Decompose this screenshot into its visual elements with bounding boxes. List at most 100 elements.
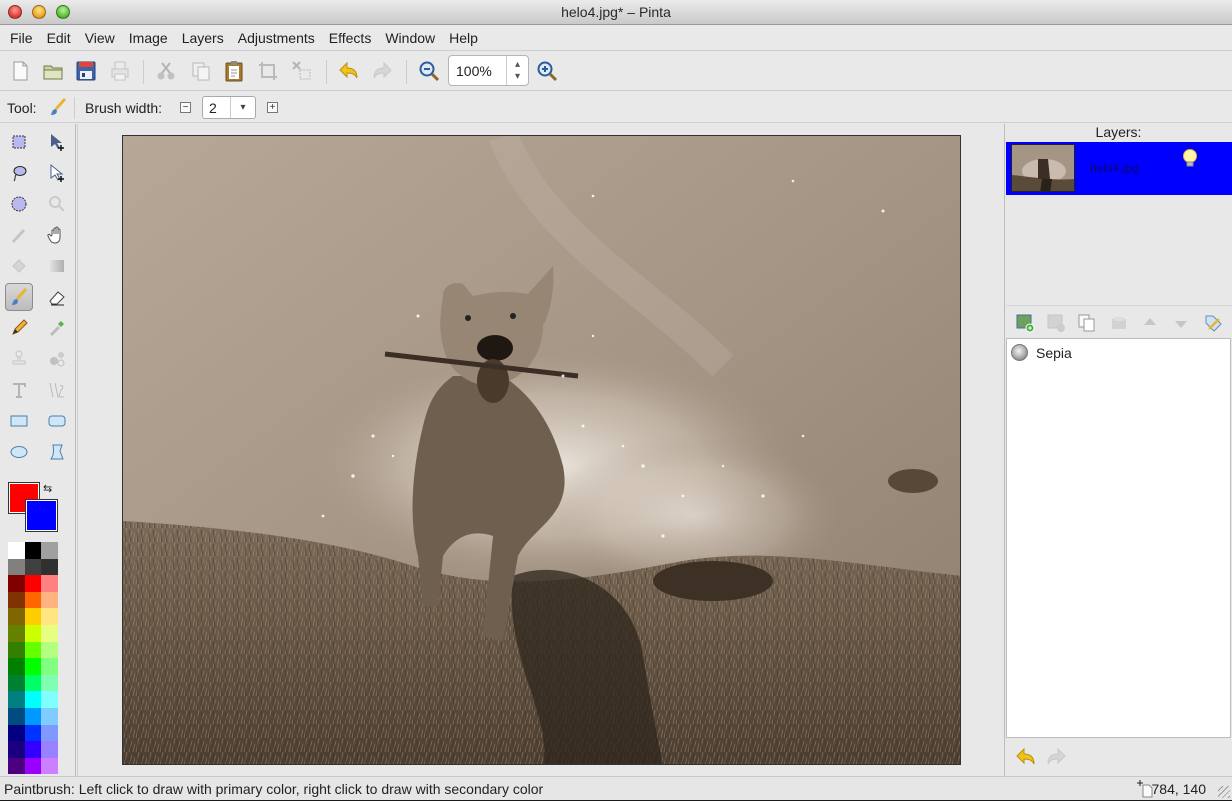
palette-swatch[interactable] — [41, 674, 58, 692]
palette-swatch[interactable] — [41, 741, 58, 758]
menu-layers[interactable]: Layers — [175, 30, 231, 46]
menu-image[interactable]: Image — [122, 30, 175, 46]
zoom-spinner[interactable]: ▴ ▾ — [506, 56, 528, 85]
palette-swatch[interactable] — [8, 558, 25, 576]
brush-width-value[interactable]: 2 — [209, 100, 217, 116]
palette-swatch[interactable] — [8, 724, 25, 742]
palette-swatch[interactable] — [8, 691, 25, 708]
palette-swatch[interactable] — [24, 641, 42, 659]
secondary-color-swatch[interactable] — [25, 499, 58, 532]
clone-stamp-tool[interactable] — [5, 345, 33, 373]
freeform-shape-tool[interactable] — [43, 438, 71, 466]
palette-swatch[interactable] — [41, 542, 58, 559]
palette-swatch[interactable] — [8, 608, 25, 625]
magic-wand-tool[interactable] — [5, 221, 33, 249]
zoom-level-input[interactable]: 100% ▴ ▾ — [448, 55, 529, 86]
decrease-brush-width-button[interactable]: − — [180, 102, 191, 113]
palette-swatch[interactable] — [8, 757, 25, 775]
palette-swatch[interactable] — [24, 624, 42, 642]
palette-swatch[interactable] — [41, 658, 58, 675]
palette-swatch[interactable] — [24, 591, 42, 609]
palette-swatch[interactable] — [24, 757, 42, 775]
move-selection-tool[interactable] — [43, 159, 71, 187]
palette-swatch[interactable] — [24, 542, 42, 559]
palette-swatch[interactable] — [41, 575, 58, 592]
move-selected-tool[interactable] — [43, 128, 71, 156]
palette-swatch[interactable] — [24, 575, 42, 592]
undo-arrow-icon[interactable] — [338, 60, 360, 82]
palette-swatch[interactable] — [24, 741, 42, 758]
palette-swatch[interactable] — [24, 608, 42, 625]
palette-swatch[interactable] — [8, 542, 25, 559]
palette-swatch[interactable] — [8, 624, 25, 642]
ellipse-tool[interactable] — [5, 438, 33, 466]
open-folder-icon[interactable] — [42, 60, 64, 82]
history-undo-icon[interactable] — [1015, 746, 1037, 771]
palette-swatch[interactable] — [41, 624, 58, 642]
lasso-select-tool[interactable] — [5, 159, 33, 187]
ellipse-select-tool[interactable] — [5, 190, 33, 218]
menu-file[interactable]: File — [3, 30, 40, 46]
brush-width-combo[interactable]: 2 ▾ — [202, 96, 256, 119]
rounded-rectangle-tool[interactable] — [43, 407, 71, 435]
rectangle-select-tool[interactable] — [5, 128, 33, 156]
palette-swatch[interactable] — [24, 658, 42, 675]
palette-swatch[interactable] — [41, 641, 58, 659]
layer-properties-icon[interactable] — [1203, 313, 1223, 333]
layer-item[interactable]: helo4.jpg — [1006, 142, 1232, 195]
resize-grip[interactable] — [1218, 786, 1230, 798]
palette-swatch[interactable] — [8, 674, 25, 692]
menu-window[interactable]: Window — [378, 30, 442, 46]
swap-colors-icon[interactable]: ⇆ — [43, 482, 52, 495]
palette-swatch[interactable] — [8, 641, 25, 659]
palette-swatch[interactable] — [41, 707, 58, 725]
history-item[interactable]: Sepia — [1011, 344, 1072, 361]
zoom-level-value[interactable]: 100% — [456, 63, 492, 79]
rectangle-tool[interactable] — [5, 407, 33, 435]
menu-help[interactable]: Help — [442, 30, 485, 46]
palette-swatch[interactable] — [8, 591, 25, 609]
add-new-layer-icon[interactable] — [1015, 313, 1035, 333]
palette-swatch[interactable] — [24, 707, 42, 725]
palette-swatch[interactable] — [41, 558, 58, 576]
color-picker-tool[interactable] — [43, 314, 71, 342]
clipboard-icon[interactable] — [223, 60, 245, 82]
text-tool[interactable] — [5, 376, 33, 404]
new-document-icon[interactable] — [9, 60, 31, 82]
pencil-tool[interactable] — [5, 314, 33, 342]
zoom-in-icon[interactable] — [536, 60, 558, 82]
palette-swatch[interactable] — [24, 674, 42, 692]
palette-swatch[interactable] — [41, 608, 58, 625]
paintbrush-tool[interactable] — [5, 283, 33, 311]
palette-swatch[interactable] — [8, 575, 25, 592]
save-floppy-icon[interactable] — [75, 60, 97, 82]
palette-swatch[interactable] — [41, 724, 58, 742]
chevron-down-icon[interactable]: ▾ — [230, 97, 255, 118]
increase-brush-width-button[interactable]: + — [267, 102, 278, 113]
sepia-dog-photo[interactable] — [123, 136, 961, 765]
pan-tool[interactable] — [43, 221, 71, 249]
palette-swatch[interactable] — [41, 591, 58, 609]
palette-swatch[interactable] — [41, 757, 58, 775]
zoom-out-icon[interactable] — [418, 60, 440, 82]
palette-swatch[interactable] — [24, 724, 42, 742]
menu-adjustments[interactable]: Adjustments — [231, 30, 322, 46]
line-curve-tool[interactable] — [43, 376, 71, 404]
layer-visibility-lightbulb-icon[interactable] — [1181, 148, 1199, 171]
palette-swatch[interactable] — [24, 691, 42, 708]
palette-swatch[interactable] — [8, 741, 25, 758]
duplicate-layer-icon[interactable] — [1077, 313, 1097, 333]
palette-swatch[interactable] — [24, 558, 42, 576]
menu-effects[interactable]: Effects — [322, 30, 379, 46]
menu-view[interactable]: View — [78, 30, 122, 46]
paint-bucket-tool[interactable] — [5, 252, 33, 280]
eraser-tool[interactable] — [43, 283, 71, 311]
recolor-tool[interactable] — [43, 345, 71, 373]
menu-edit[interactable]: Edit — [40, 30, 78, 46]
palette-swatch[interactable] — [8, 707, 25, 725]
palette-swatch[interactable] — [8, 658, 25, 675]
zoom-tool[interactable] — [43, 190, 71, 218]
palette-swatch[interactable] — [41, 691, 58, 708]
image-canvas[interactable] — [122, 135, 961, 765]
gradient-tool[interactable] — [43, 252, 71, 280]
